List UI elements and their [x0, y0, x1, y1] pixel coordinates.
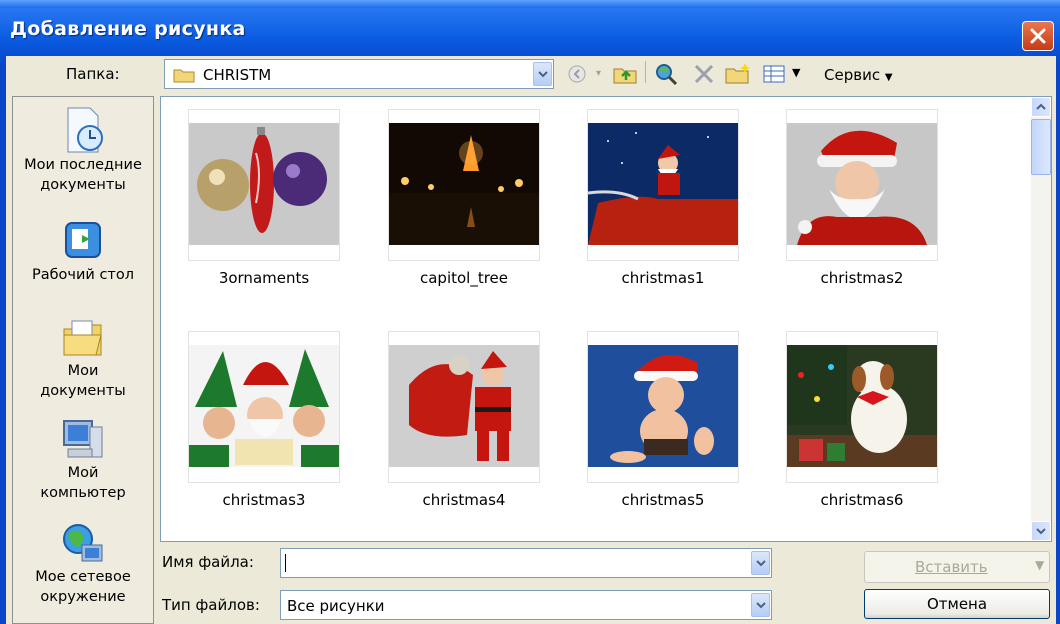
- scroll-up-button[interactable]: [1031, 97, 1051, 117]
- thumbnail: [787, 345, 937, 467]
- chevron-down-icon: [756, 560, 766, 567]
- insert-picture-dialog: Добавление рисунка Папка: CHRISTM ▾ ▼ Се…: [0, 0, 1060, 624]
- folder-value: CHRISTM: [203, 66, 272, 84]
- file-name: christmas1: [621, 269, 705, 287]
- insert-dropdown-icon[interactable]: ▼: [1035, 558, 1044, 572]
- views-icon[interactable]: [762, 62, 788, 86]
- filename-input[interactable]: [280, 548, 772, 578]
- network-places-icon: [63, 524, 103, 562]
- folder-icon: [173, 69, 195, 83]
- filetype-label: Тип файлов:: [162, 596, 260, 614]
- thumbnail: [189, 123, 339, 245]
- thumbnail: [787, 123, 937, 245]
- insert-button[interactable]: Вставить ▼: [864, 551, 1050, 583]
- thumbnail: [389, 345, 539, 467]
- filetype-dropdown-button[interactable]: [751, 593, 770, 617]
- capitol-tree-image: [389, 123, 539, 245]
- recent-documents-icon: [67, 107, 103, 153]
- back-dropdown-icon[interactable]: ▾: [596, 68, 601, 79]
- chevron-down-icon: [538, 71, 548, 78]
- chevron-down-icon: [1036, 528, 1046, 535]
- place-my-computer[interactable]: Мой компьютер: [13, 417, 153, 503]
- puppy-bow-image: [787, 345, 937, 467]
- up-folder-icon[interactable]: [612, 62, 638, 86]
- folder-select[interactable]: CHRISTM: [164, 59, 554, 89]
- views-dropdown-icon[interactable]: ▼: [792, 66, 800, 79]
- window-title: Добавление рисунка: [10, 18, 246, 40]
- file-name: christmas3: [222, 491, 306, 509]
- my-computer-icon: [63, 420, 103, 458]
- search-web-icon[interactable]: [654, 62, 680, 86]
- ornaments-image: [189, 123, 339, 245]
- dialog-body: Папка: CHRISTM ▾ ▼ Сервис ▼ Мои последни…: [6, 56, 1056, 624]
- text-caret: [285, 554, 286, 572]
- places-bar: Мои последние документы Рабочий стол Мои…: [12, 96, 154, 624]
- delete-icon[interactable]: [692, 62, 716, 86]
- thumbnail: [389, 123, 539, 245]
- filetype-select[interactable]: Все рисунки: [280, 590, 772, 620]
- folder-label: Папка:: [66, 65, 120, 83]
- santa-portrait-image: [787, 123, 937, 245]
- scroll-thumb[interactable]: [1031, 119, 1051, 175]
- place-my-documents[interactable]: Мои документы: [13, 315, 153, 401]
- close-button[interactable]: [1022, 21, 1054, 51]
- scroll-down-button[interactable]: [1031, 521, 1051, 541]
- file-name: christmas4: [422, 491, 506, 509]
- place-recent-documents[interactable]: Мои последние документы: [13, 105, 153, 195]
- place-network[interactable]: Мое сетевое окружение: [13, 521, 153, 607]
- thumbnail: [588, 345, 738, 467]
- vertical-scrollbar[interactable]: [1031, 97, 1051, 541]
- tools-menu[interactable]: Сервис ▼: [824, 66, 893, 84]
- chevron-up-icon: [1036, 103, 1046, 110]
- new-folder-icon[interactable]: [724, 62, 752, 86]
- filename-dropdown-button[interactable]: [751, 551, 770, 575]
- thumbnail: [189, 345, 339, 467]
- back-icon[interactable]: [566, 62, 590, 86]
- place-desktop[interactable]: Рабочий стол: [13, 219, 153, 285]
- chevron-down-icon: [756, 602, 766, 609]
- file-name: christmas5: [621, 491, 705, 509]
- file-name: capitol_tree: [419, 269, 509, 287]
- baby-santa-hat-image: [588, 345, 738, 467]
- file-name: 3ornaments: [218, 269, 310, 287]
- santa-sack-image: [389, 345, 539, 467]
- filename-label: Имя файла:: [162, 553, 254, 571]
- file-name: christmas6: [820, 491, 904, 509]
- desktop-icon: [65, 222, 101, 258]
- file-name: christmas2: [820, 269, 904, 287]
- cancel-button[interactable]: Отмена: [864, 589, 1050, 619]
- folder-dropdown-button[interactable]: [533, 62, 552, 86]
- santa-sleigh-image: [588, 123, 738, 245]
- santa-elves-image: [189, 345, 339, 467]
- file-list-view[interactable]: 3ornaments capitol_tree christmas1 chris…: [160, 96, 1052, 542]
- thumbnail: [588, 123, 738, 245]
- toolbar-separator: [645, 61, 646, 83]
- my-documents-icon: [63, 320, 102, 356]
- close-icon: [1030, 28, 1046, 44]
